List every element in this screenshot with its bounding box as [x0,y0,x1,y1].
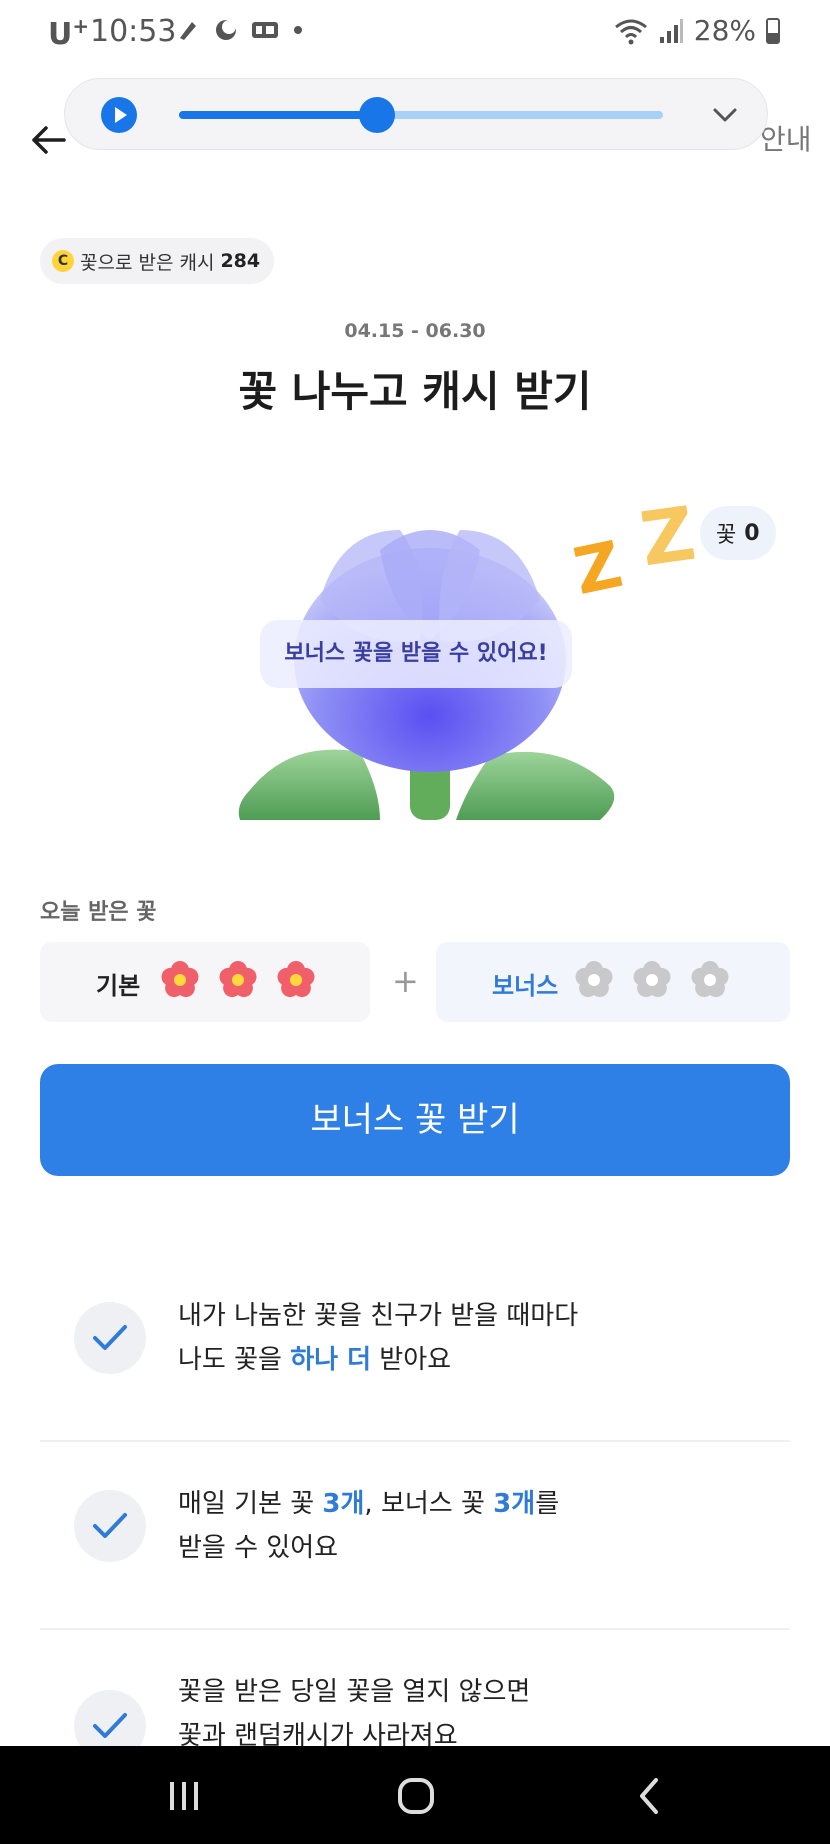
dot-icon [294,26,302,34]
back-nav-icon[interactable] [626,1772,674,1820]
flower-empty-icon [691,961,729,998]
status-bar: U+ 10:53 28% [0,0,830,64]
media-player [64,78,768,150]
info-text: 내가 나눔한 꽃을 친구가 받을 때마다 나도 꽃을 하나 더 받아요 [178,1301,579,1375]
event-period: 04.15 - 06.30 [344,320,486,342]
signal-icon [659,18,683,43]
basic-flowers-box: 기본 [40,942,370,1022]
seek-thumb[interactable] [359,97,396,133]
system-nav-bar [0,1746,830,1844]
chevron-down-icon[interactable] [711,101,739,129]
info-item-daily-limit: 매일 기본 꽃 3개, 보너스 꽃 3개를 받을 수 있어요 [40,1442,790,1630]
flower-filled-icon [161,961,199,998]
basic-label: 기본 [96,972,141,1000]
check-icon [74,1490,146,1562]
notification-icons [176,18,304,42]
cash-value: 284 [220,250,261,272]
flower-filled-icon [277,961,315,998]
pen-icon [180,22,196,40]
status-right: 28% [614,14,780,47]
recent-apps-icon[interactable] [160,1772,208,1820]
naver-icon [252,22,278,38]
seek-bar[interactable] [179,97,663,133]
info-text: 매일 기본 꽃 3개, 보너스 꽃 3개를 받을 수 있어요 [178,1489,560,1563]
bonus-label: 보너스 [492,972,559,1000]
info-item-share: 내가 나눔한 꽃을 친구가 받을 때마다 나도 꽃을 하나 더 받아요 [40,1254,790,1442]
wifi-icon [614,19,647,44]
coin-icon: C [52,250,74,272]
flower-empty-icon [633,961,671,998]
bonus-flower-icons [574,960,730,1000]
play-button[interactable] [101,97,137,133]
battery-icon [766,17,780,44]
get-bonus-flower-button[interactable]: 보너스 꽃 받기 [40,1064,790,1176]
back-arrow-icon[interactable] [28,120,68,160]
page-title: 꽃 나누고 캐시 받기 [238,367,592,416]
carrier-label: U+ [48,14,90,52]
bonus-available-bubble: 보너스 꽃을 받을 수 있어요! [260,620,572,688]
bonus-flowers-box: 보너스 [436,942,790,1022]
seek-progress [179,111,378,119]
flower-count-badge: 꽃 0 [700,506,776,560]
cash-label: 꽃으로 받은 캐시 [80,251,215,274]
info-list: 내가 나눔한 꽃을 친구가 받을 때마다 나도 꽃을 하나 더 받아요 매일 기… [40,1254,790,1818]
today-flowers-label: 오늘 받은 꽃 [40,900,157,925]
flower-filled-icon [219,961,257,998]
moon-icon [216,20,236,40]
basic-flower-icons [160,960,316,1000]
flower-count-value: 0 [744,520,760,546]
plus-sign: + [392,962,419,1000]
status-time: 10:53 [90,14,177,49]
guide-link[interactable]: 안내 [760,118,812,158]
info-text: 꽃을 받은 당일 꽃을 열지 않으면 꽃과 랜덤캐시가 사라져요 [178,1677,531,1751]
flower-empty-icon [575,961,613,998]
home-icon[interactable] [392,1772,440,1820]
battery-percent: 28% [693,14,756,47]
check-icon [74,1302,146,1374]
cash-earned-badge: C 꽃으로 받은 캐시 284 [40,238,275,284]
